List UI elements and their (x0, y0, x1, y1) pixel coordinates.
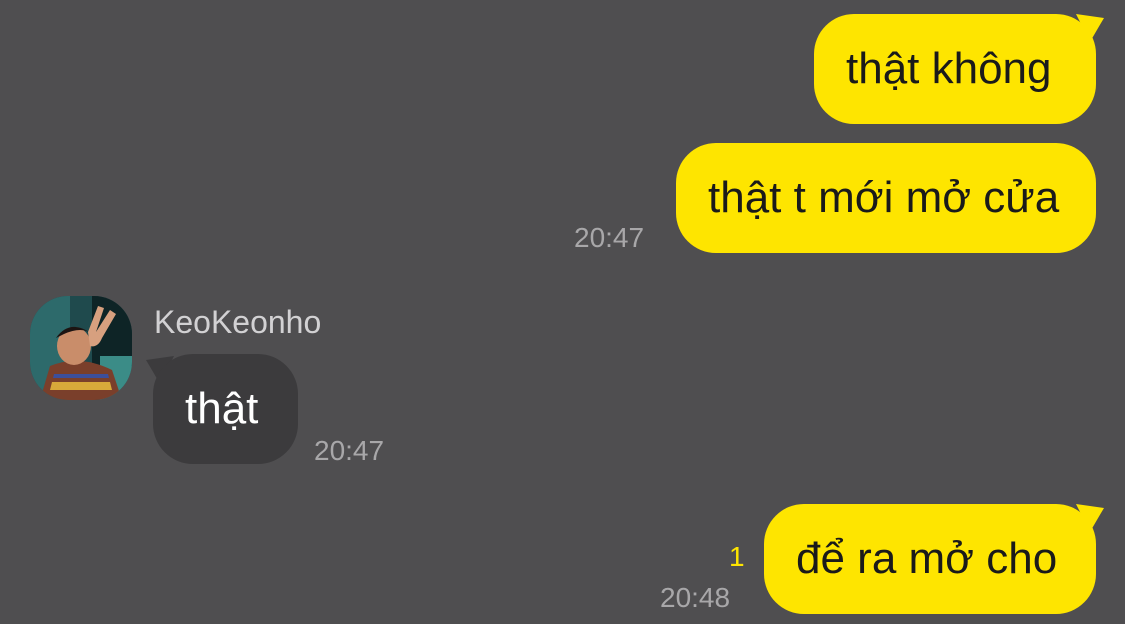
message-text: thật (185, 384, 259, 433)
unread-count-badge: 1 (729, 541, 745, 572)
bubble-tail (1076, 504, 1104, 532)
avatar[interactable] (30, 296, 132, 400)
message-bubble-mine[interactable]: để ra mở cho (764, 504, 1096, 614)
sender-name: KeoKeonho (154, 304, 322, 340)
message-timestamp: 20:47 (314, 435, 385, 466)
message-bubble-mine[interactable]: thật không (814, 14, 1096, 124)
message-bubble-mine[interactable]: thật t mới mở cửa (676, 143, 1096, 253)
message-timestamp: 20:48 (660, 582, 731, 613)
avatar-photo-icon (30, 296, 132, 400)
message-text: để ra mở cho (796, 534, 1058, 583)
bubble-tail (1076, 14, 1104, 42)
message-text: thật t mới mở cửa (708, 173, 1060, 222)
message-text: thật không (846, 44, 1052, 93)
message-timestamp: 20:47 (574, 222, 645, 253)
message-bubble-theirs[interactable]: thật (153, 354, 298, 464)
